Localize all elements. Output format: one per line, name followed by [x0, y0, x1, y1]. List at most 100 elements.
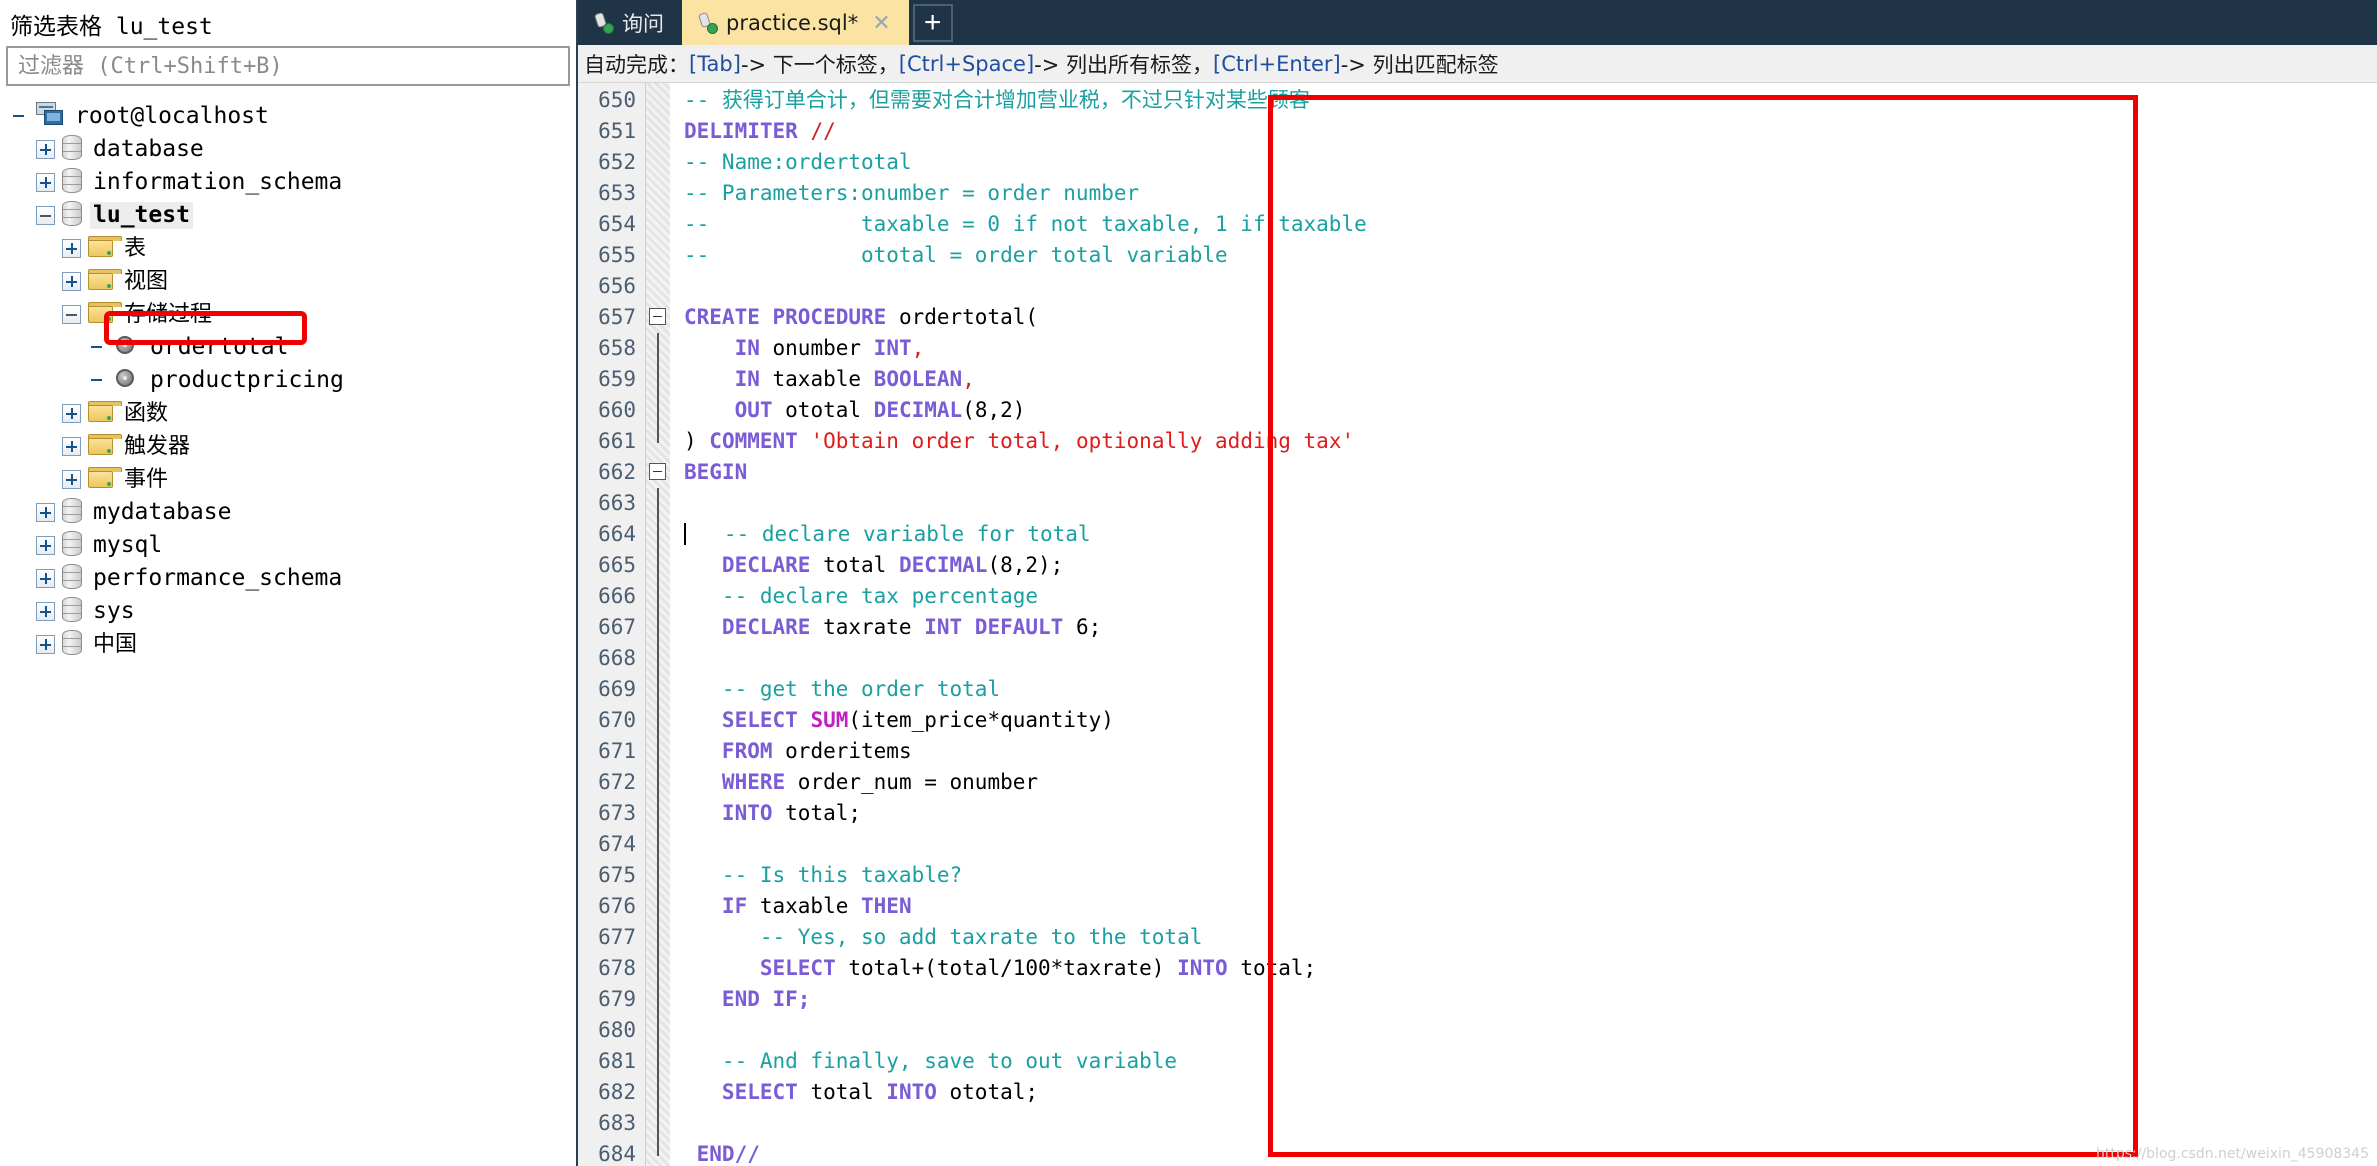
- code-line[interactable]: -- 获得订单合计，但需要对合计增加营业税，不过只针对某些顾客: [684, 85, 2377, 116]
- expand-icon[interactable]: [62, 239, 81, 258]
- expand-icon[interactable]: [62, 404, 81, 423]
- code-editor-area[interactable]: 650 651 652 653 654 655 656 657 658 659 660 661 662 6…: [578, 83, 2377, 1166]
- line-number: 659: [598, 367, 636, 391]
- code-line[interactable]: IN taxable BOOLEAN,: [684, 364, 2377, 395]
- tab-query[interactable]: 询问: [578, 0, 682, 45]
- code-line[interactable]: [684, 643, 2377, 674]
- code-line[interactable]: -- Name:ordertotal: [684, 147, 2377, 178]
- sql-code-content[interactable]: -- 获得订单合计，但需要对合计增加营业税，不过只针对某些顾客 DELIMITER…: [670, 83, 2377, 1166]
- code-line[interactable]: OUT ototal DECIMAL(8,2): [684, 395, 2377, 426]
- code-line[interactable]: [684, 271, 2377, 302]
- tree-item-performance_schema[interactable]: performance_schema: [0, 562, 576, 595]
- code-token: BEGIN: [684, 460, 748, 484]
- code-line[interactable]: [684, 488, 2377, 519]
- fold-toggle-icon[interactable]: [649, 463, 666, 480]
- tree-item--[interactable]: 函数: [0, 397, 576, 430]
- collapse-icon[interactable]: [62, 305, 81, 324]
- tree-item--[interactable]: 表: [0, 232, 576, 265]
- tree-item-information_schema[interactable]: information_schema: [0, 166, 576, 199]
- close-icon[interactable]: ✕: [872, 10, 890, 36]
- tree-item--[interactable]: 事件: [0, 463, 576, 496]
- fold-toggle-icon[interactable]: [649, 308, 666, 325]
- filter-input[interactable]: [16, 52, 568, 80]
- tree-item-sys[interactable]: sys: [0, 595, 576, 628]
- code-line[interactable]: -- Yes, so add taxrate to the total: [684, 922, 2377, 953]
- code-folding-column[interactable]: [646, 83, 670, 1166]
- expand-icon[interactable]: [36, 569, 55, 588]
- code-line[interactable]: DELIMITER //: [684, 116, 2377, 147]
- tree-item-root-localhost[interactable]: root@localhost: [0, 100, 576, 133]
- tree-item--[interactable]: 存储过程: [0, 298, 576, 331]
- fold-cell: [646, 116, 670, 147]
- tree-item-mydatabase[interactable]: mydatabase: [0, 496, 576, 529]
- fold-cell: [646, 550, 670, 581]
- fold-cell: [646, 1046, 670, 1077]
- tree-item-lu_test[interactable]: lu_test: [0, 199, 576, 232]
- database-icon: [62, 134, 90, 165]
- code-line[interactable]: END IF;: [684, 984, 2377, 1015]
- code-line[interactable]: DECLARE taxrate INT DEFAULT 6;: [684, 612, 2377, 643]
- tree-item--[interactable]: 中国: [0, 628, 576, 661]
- tree-item--[interactable]: 视图: [0, 265, 576, 298]
- code-line[interactable]: DECLARE total DECIMAL(8,2);: [684, 550, 2377, 581]
- code-line[interactable]: -- declare tax percentage: [684, 581, 2377, 612]
- code-line[interactable]: -- Parameters:onumber = order number: [684, 178, 2377, 209]
- tree-item-ordertotal[interactable]: ordertotal: [0, 331, 576, 364]
- code-token: -- ototal = order total variable: [684, 243, 1228, 267]
- fold-guide-line: [657, 519, 659, 550]
- tree-item-productpricing[interactable]: productpricing: [0, 364, 576, 397]
- expand-icon[interactable]: [62, 437, 81, 456]
- tree-item-mysql[interactable]: mysql: [0, 529, 576, 562]
- code-line[interactable]: -- ototal = order total variable: [684, 240, 2377, 271]
- expand-icon[interactable]: [36, 635, 55, 654]
- code-token: orderitems: [785, 739, 912, 763]
- code-line[interactable]: INTO total;: [684, 798, 2377, 829]
- code-line[interactable]: [684, 829, 2377, 860]
- fold-cell[interactable]: [646, 457, 670, 488]
- code-token: taxable: [759, 894, 862, 918]
- collapse-icon[interactable]: [36, 206, 55, 225]
- expand-icon[interactable]: [36, 602, 55, 621]
- code-line[interactable]: FROM orderitems: [684, 736, 2377, 767]
- code-line[interactable]: -- And finally, save to out variable: [684, 1046, 2377, 1077]
- code-line[interactable]: SELECT SUM(item_price*quantity): [684, 705, 2377, 736]
- code-line[interactable]: -- get the order total: [684, 674, 2377, 705]
- code-token: order_num = onumber: [797, 770, 1039, 794]
- code-line[interactable]: CREATE PROCEDURE ordertotal(: [684, 302, 2377, 333]
- tree-item-database[interactable]: database: [0, 133, 576, 166]
- fold-cell: [646, 581, 670, 612]
- code-line[interactable]: [684, 1015, 2377, 1046]
- tree-item--[interactable]: 触发器: [0, 430, 576, 463]
- code-line[interactable]: SELECT total INTO ototal;: [684, 1077, 2377, 1108]
- code-line[interactable]: -- declare variable for total: [684, 519, 2377, 550]
- expand-icon[interactable]: [36, 173, 55, 192]
- expand-icon[interactable]: [36, 503, 55, 522]
- code-line[interactable]: -- taxable = 0 if not taxable, 1 if taxa…: [684, 209, 2377, 240]
- code-token: COMMENT: [709, 429, 811, 453]
- filter-input-wrapper[interactable]: [6, 46, 570, 86]
- code-token: -- declare variable for total: [686, 522, 1091, 546]
- fold-cell: [646, 922, 670, 953]
- code-line[interactable]: [684, 1108, 2377, 1139]
- fold-cell: [646, 240, 670, 271]
- code-line[interactable]: WHERE order_num = onumber: [684, 767, 2377, 798]
- code-token: DECLARE: [684, 615, 824, 639]
- fold-cell: [646, 488, 670, 519]
- code-line[interactable]: -- Is this taxable?: [684, 860, 2377, 891]
- new-tab-button[interactable]: +: [912, 4, 953, 42]
- database-tree: root@localhost database information_schema…: [0, 100, 576, 661]
- code-line[interactable]: IF taxable THEN: [684, 891, 2377, 922]
- code-token: (item_price*quantity): [848, 708, 1114, 732]
- code-line[interactable]: IN onumber INT,: [684, 333, 2377, 364]
- server-icon: [36, 102, 72, 131]
- line-number: 650: [598, 88, 636, 112]
- code-line[interactable]: SELECT total+(total/100*taxrate) INTO to…: [684, 953, 2377, 984]
- expand-icon[interactable]: [62, 272, 81, 291]
- tab-practice-sql[interactable]: practice.sql* ✕: [682, 0, 909, 45]
- expand-icon[interactable]: [36, 140, 55, 159]
- code-line[interactable]: BEGIN: [684, 457, 2377, 488]
- expand-icon[interactable]: [62, 470, 81, 489]
- expand-icon[interactable]: [36, 536, 55, 555]
- fold-cell[interactable]: [646, 302, 670, 333]
- code-line[interactable]: ) COMMENT 'Obtain order total, optionall…: [684, 426, 2377, 457]
